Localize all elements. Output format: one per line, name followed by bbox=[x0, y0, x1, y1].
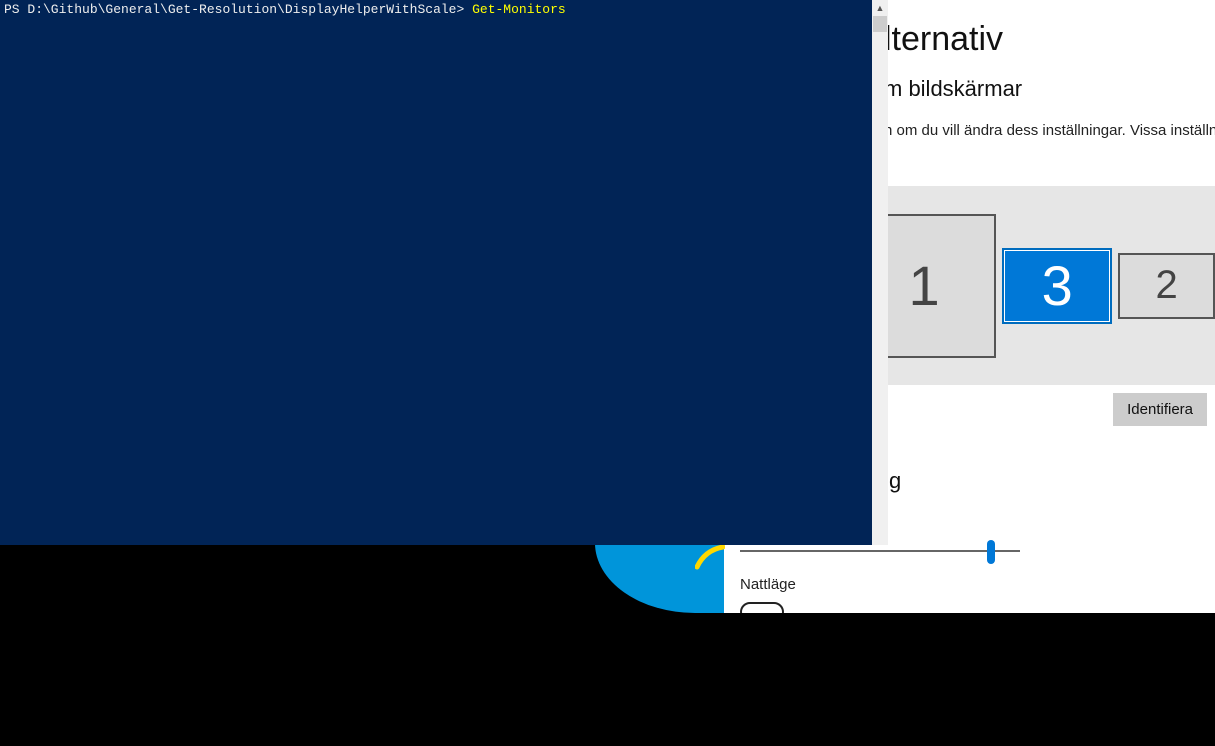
ps-prompt-prefix: PS bbox=[4, 2, 27, 17]
powershell-window: PS D:\Github\General\Get-Resolution\Disp… bbox=[0, 0, 888, 545]
ps-prompt-path: D:\Github\General\Get-Resolution\Display… bbox=[27, 2, 464, 17]
brightness-slider-track[interactable] bbox=[740, 550, 1020, 552]
ps-command: Get-Monitors bbox=[472, 2, 566, 17]
brightness-slider-thumb[interactable] bbox=[987, 540, 995, 564]
identify-button[interactable]: Identifiera bbox=[1113, 393, 1207, 426]
ps-prompt-separator bbox=[464, 2, 472, 17]
scroll-up-icon[interactable]: ▲ bbox=[872, 0, 888, 16]
monitor-tile-2[interactable]: 2 bbox=[1118, 253, 1215, 319]
powershell-scrollbar[interactable]: ▲ bbox=[872, 0, 888, 545]
settings-title: lternativ bbox=[884, 20, 1003, 59]
desktop-logo-accent bbox=[695, 545, 725, 570]
settings-subtitle: m bildskärmar bbox=[884, 76, 1022, 102]
powershell-terminal[interactable]: PS D:\Github\General\Get-Resolution\Disp… bbox=[0, 0, 872, 545]
settings-description: n om du vill ändra dess inställningar. V… bbox=[884, 122, 1215, 139]
nightmode-label: Nattläge bbox=[740, 576, 796, 593]
monitor-tile-3[interactable]: 3 bbox=[1002, 248, 1112, 324]
section-heading-partial: g bbox=[889, 468, 901, 494]
scrollbar-thumb[interactable] bbox=[873, 16, 887, 32]
black-region bbox=[0, 613, 1215, 746]
